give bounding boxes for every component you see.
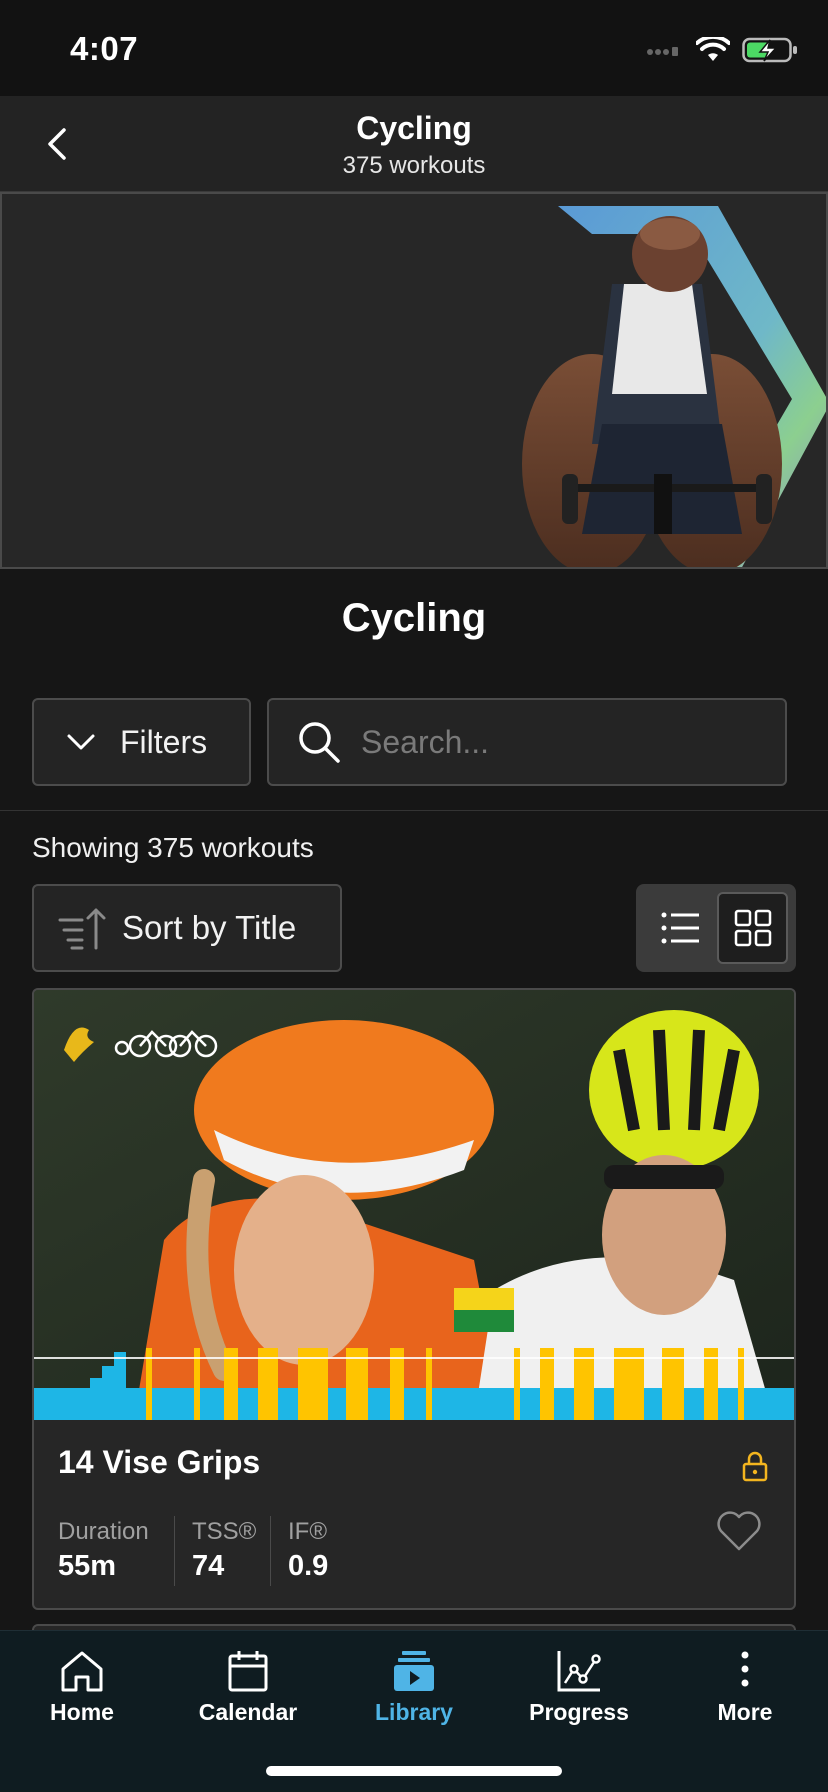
stat-if: IF® 0.9	[288, 1518, 328, 1583]
stat-value: 55m	[58, 1550, 117, 1582]
list-view-button[interactable]	[644, 892, 716, 964]
workout-video-thumbnail	[34, 990, 794, 1420]
tab-label: Calendar	[198, 1699, 298, 1725]
section-title: Cycling	[341, 596, 487, 640]
stat-label: IF®	[288, 1518, 328, 1545]
tab-library[interactable]: Library	[339, 1641, 489, 1741]
tab-label: More	[717, 1699, 773, 1725]
tab-label: Home	[50, 1699, 114, 1725]
status-time: 4:07	[70, 30, 139, 67]
stat-tss: TSS® 74	[192, 1518, 256, 1583]
more-icon	[741, 1651, 749, 1687]
status-bar: 4:07	[0, 0, 828, 96]
stat-label: TSS®	[192, 1518, 257, 1545]
tab-progress[interactable]: Progress	[504, 1641, 654, 1741]
grid-view-button[interactable]	[717, 892, 788, 964]
stat-divider	[174, 1516, 175, 1586]
sort-label: Sort by Title	[122, 909, 297, 946]
home-indicator	[266, 1766, 562, 1776]
wifi-icon	[696, 37, 730, 61]
filters-label: Filters	[120, 723, 208, 760]
lock-icon	[742, 1451, 768, 1482]
status-icons	[646, 34, 798, 66]
page-title: Cycling	[356, 110, 472, 146]
library-icon	[394, 1651, 434, 1691]
stat-value: 74	[192, 1550, 225, 1582]
tab-calendar[interactable]: Calendar	[173, 1641, 323, 1741]
filters-button[interactable]: Filters	[32, 698, 251, 786]
stat-label: Duration	[58, 1518, 149, 1545]
hero-cyclist-image	[522, 206, 826, 567]
stat-divider	[270, 1516, 271, 1586]
home-icon	[61, 1651, 103, 1692]
stat-duration: Duration 55m	[58, 1518, 149, 1583]
workout-card[interactable]: 14 Vise Grips Duration 55m TSS® 74 IF® 0…	[32, 988, 796, 1610]
battery-charging-icon	[742, 37, 797, 63]
divider	[0, 810, 828, 811]
chevron-down-icon	[67, 734, 95, 750]
tab-label: Progress	[529, 1699, 629, 1725]
workout-title: 14 Vise Grips	[58, 1444, 261, 1480]
search-box[interactable]	[267, 698, 787, 786]
sort-button[interactable]: Sort by Title	[32, 884, 342, 972]
page-subtitle: 375 workouts	[342, 152, 486, 179]
results-count: Showing 375 workouts	[32, 832, 314, 863]
list-icon	[661, 912, 699, 944]
view-toggle	[636, 884, 796, 972]
nav-header: Cycling 375 workouts	[0, 96, 828, 192]
cellular-signal-icon	[647, 47, 678, 56]
calendar-icon	[228, 1651, 268, 1692]
search-input[interactable]	[361, 712, 761, 772]
tab-more[interactable]: More	[670, 1641, 820, 1741]
tab-home[interactable]: Home	[7, 1641, 157, 1741]
progress-icon	[557, 1651, 601, 1692]
workout-thumbnail	[34, 990, 794, 1420]
hero-banner	[0, 192, 828, 569]
stat-value: 0.9	[288, 1550, 329, 1582]
grid-icon	[734, 909, 771, 947]
favorite-heart-icon[interactable]	[716, 1510, 762, 1552]
sort-ascending-icon	[58, 908, 106, 950]
tab-label: Library	[375, 1699, 453, 1725]
search-icon	[299, 722, 340, 763]
